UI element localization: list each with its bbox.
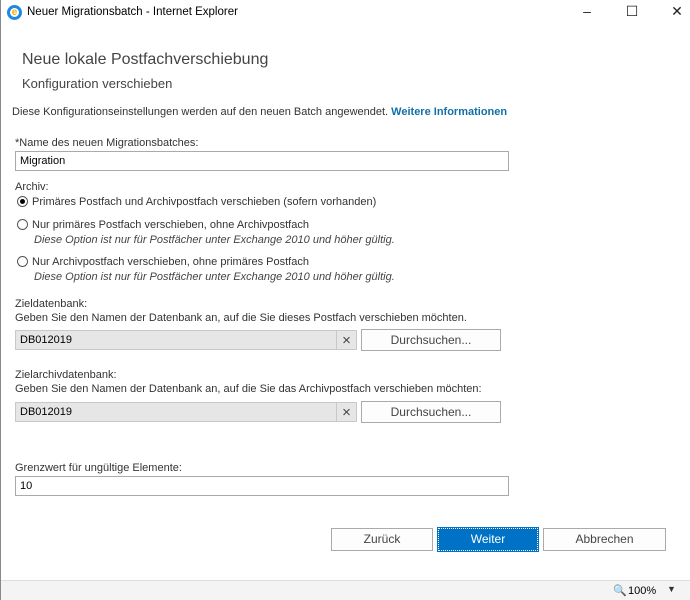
target-db-input[interactable]: DB012019 xyxy=(15,330,337,350)
archive-label: Archiv: xyxy=(15,181,49,193)
archive-db-input[interactable]: DB012019 xyxy=(15,402,337,422)
intro-text: Diese Konfigurationseinstellungen werden… xyxy=(12,106,389,118)
radio-primary-only-label[interactable]: Nur primäres Postfach verschieben, ohne … xyxy=(32,219,309,231)
target-db-label: Zieldatenbank: xyxy=(15,298,88,310)
browse-target-db-button[interactable]: Durchsuchen... xyxy=(361,329,501,351)
radio-primary-and-archive-label[interactable]: Primäres Postfach und Archivpostfach ver… xyxy=(32,196,376,208)
primary-only-note: Diese Option ist nur für Postfächer unte… xyxy=(34,234,395,246)
batch-name-label: *Name des neuen Migrationsbatches: xyxy=(15,137,199,149)
radio-primary-and-archive[interactable] xyxy=(17,196,28,207)
zoom-icon: 🔍 xyxy=(613,585,627,597)
clear-target-db-icon[interactable]: × xyxy=(337,330,357,350)
internet-explorer-icon: e xyxy=(7,5,22,20)
page-subtitle: Konfiguration verschieben xyxy=(22,76,173,91)
status-bar: 🔍 100% ▼ xyxy=(1,580,690,600)
browse-archive-db-button[interactable]: Durchsuchen... xyxy=(361,401,501,423)
archive-db-label: Zielarchivdatenbank: xyxy=(15,369,117,381)
more-info-link[interactable]: Weitere Informationen xyxy=(391,106,507,118)
window-title: Neuer Migrationsbatch - Internet Explore… xyxy=(27,6,238,18)
close-button[interactable]: ✕ xyxy=(662,3,690,20)
archive-only-note: Diese Option ist nur für Postfächer unte… xyxy=(34,271,395,283)
clear-archive-db-icon[interactable]: × xyxy=(337,402,357,422)
back-button[interactable]: Zurück xyxy=(331,528,433,551)
zoom-level[interactable]: 100% xyxy=(628,585,656,597)
target-db-help: Geben Sie den Namen der Datenbank an, au… xyxy=(15,312,467,324)
minimize-button[interactable]: – xyxy=(572,3,602,19)
bad-items-input[interactable]: 10 xyxy=(15,476,509,496)
zoom-dropdown-icon[interactable]: ▼ xyxy=(667,584,676,594)
batch-name-input[interactable]: Migration xyxy=(15,151,509,171)
radio-primary-only[interactable] xyxy=(17,219,28,230)
radio-archive-only-label[interactable]: Nur Archivpostfach verschieben, ohne pri… xyxy=(32,256,309,268)
radio-archive-only[interactable] xyxy=(17,256,28,267)
bad-items-label: Grenzwert für ungültige Elemente: xyxy=(15,462,182,474)
maximize-button[interactable]: ☐ xyxy=(617,3,647,20)
cancel-button[interactable]: Abbrechen xyxy=(543,528,666,551)
title-bar: e Neuer Migrationsbatch - Internet Explo… xyxy=(1,0,690,26)
archive-db-help: Geben Sie den Namen der Datenbank an, au… xyxy=(15,383,482,395)
next-button[interactable]: Weiter xyxy=(437,527,539,552)
page-title: Neue lokale Postfachverschiebung xyxy=(22,51,269,68)
